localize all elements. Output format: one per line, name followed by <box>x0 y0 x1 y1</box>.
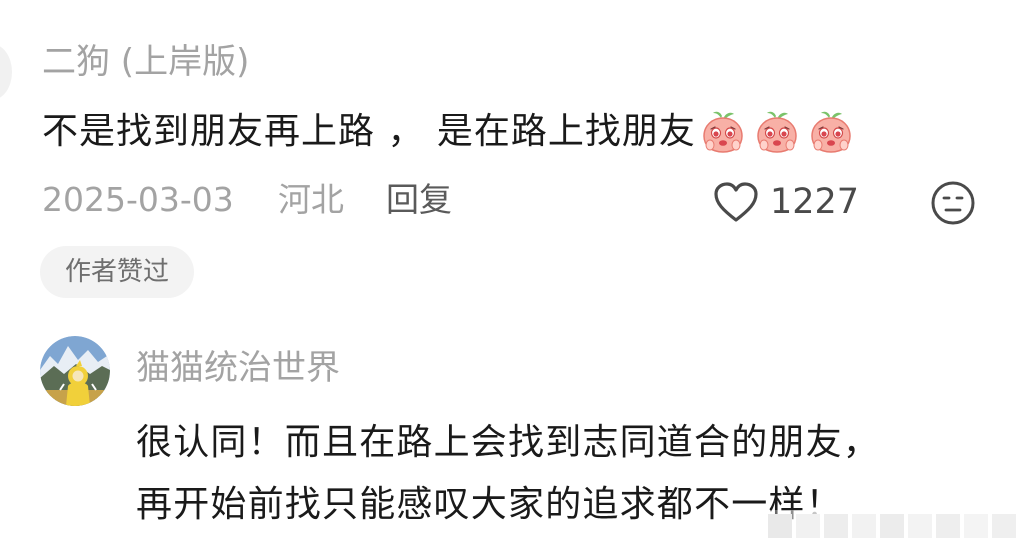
like-count: 1227 <box>770 182 860 222</box>
comment-username[interactable]: 二狗 (上岸版) <box>42 38 249 86</box>
reply-button[interactable]: 回复 <box>386 176 452 224</box>
comment-location: 河北 <box>278 180 344 219</box>
comment-date: 2025-03-03 <box>42 180 234 219</box>
avatar[interactable] <box>40 336 110 406</box>
peach-crying-emoji-icon <box>811 111 851 153</box>
heart-icon <box>714 182 758 222</box>
like-button[interactable]: 1227 <box>712 178 859 226</box>
comment-text: 不是找到朋友再上路 ， 是在路上找朋友 <box>42 111 696 152</box>
comment-body: 不是找到朋友再上路 ， 是在路上找朋友 <box>42 104 856 160</box>
meh-face-icon[interactable] <box>930 180 976 226</box>
reply-text: 很认同！而且在路上会找到志同道合的朋友， 再开始前找只能感叹大家的追求都不一样！ <box>136 412 996 536</box>
emoji-group <box>698 107 856 157</box>
reply-text-line-1: 很认同！而且在路上会找到志同道合的朋友， <box>136 422 881 463</box>
author-liked-badge: 作者赞过 <box>40 246 194 298</box>
partial-avatar <box>0 44 12 100</box>
reply-username[interactable]: 猫猫统治世界 <box>136 344 340 392</box>
peach-crying-emoji-icon <box>757 111 797 153</box>
reply-text-line-2: 再开始前找只能感叹大家的追求都不一样！ <box>136 484 843 525</box>
peach-crying-emoji-icon <box>703 111 743 153</box>
